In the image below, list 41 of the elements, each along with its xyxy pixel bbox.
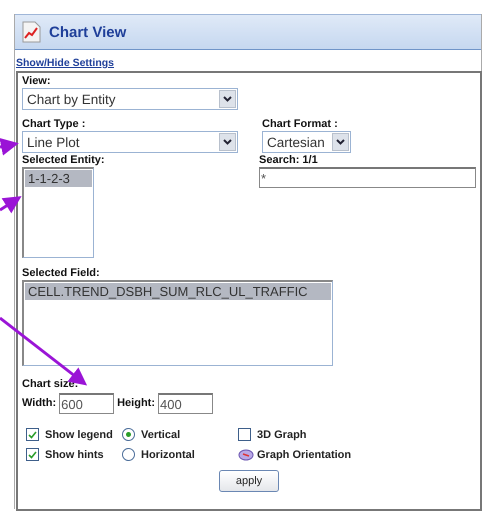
checkbox-label: 3D Graph [257,428,307,440]
graph-orientation-button[interactable]: Graph Orientation [238,448,476,461]
height-label: Height: [117,397,155,410]
view-label: View: [22,75,52,88]
list-item[interactable]: CELL.TREND_DSBH_SUM_RLC_UL_TRAFFIC [25,283,331,300]
checkbox[interactable] [238,428,251,441]
list-box[interactable]: CELL.TREND_DSBH_SUM_RLC_UL_TRAFFIC [22,280,333,366]
chart-type-label: Chart Type : [22,118,86,131]
caret-icon [223,139,232,145]
arrow [0,196,22,214]
width-field[interactable]: 600 [59,393,114,414]
rotate-icon [238,448,254,460]
chart-format-label: Chart Format : [262,118,339,131]
height-field[interactable]: 400 [158,393,213,414]
chart-type-select[interactable]: Line Plot [22,131,238,153]
list-box[interactable]: 1-1-2-3 [22,167,94,258]
radio-button[interactable] [122,448,135,461]
check-icon [28,450,37,458]
checkbox[interactable] [26,448,39,461]
apply-button[interactable]: apply [219,470,279,492]
chart-icon [21,21,41,43]
window-title: Chart View [49,24,126,40]
checkbox-label: Show legend [45,428,113,440]
chart-format-select[interactable]: Cartesian [262,131,351,153]
checkbox-label: Show hints [45,448,104,460]
checkbox[interactable] [26,428,39,441]
selected-entity-label: Selected Entity: [22,154,106,167]
arrow [0,138,19,156]
search-field[interactable]: * [259,167,476,188]
view-select[interactable]: Chart by Entity [22,88,238,110]
caret-icon [223,96,232,102]
caret-icon [336,139,345,145]
check-icon [28,430,37,438]
show-hide-settings-link[interactable]: Show/Hide Settings [16,57,114,69]
radio-label: Vertical [141,428,180,440]
radio-label: Horizontal [141,448,195,460]
width-label: Width: [22,397,56,410]
radio-button[interactable] [122,428,135,441]
selected-field-label: Selected Field: [22,267,101,280]
search-label: Search: 1/1 [259,154,319,167]
list-item[interactable]: 1-1-2-3 [25,170,92,187]
